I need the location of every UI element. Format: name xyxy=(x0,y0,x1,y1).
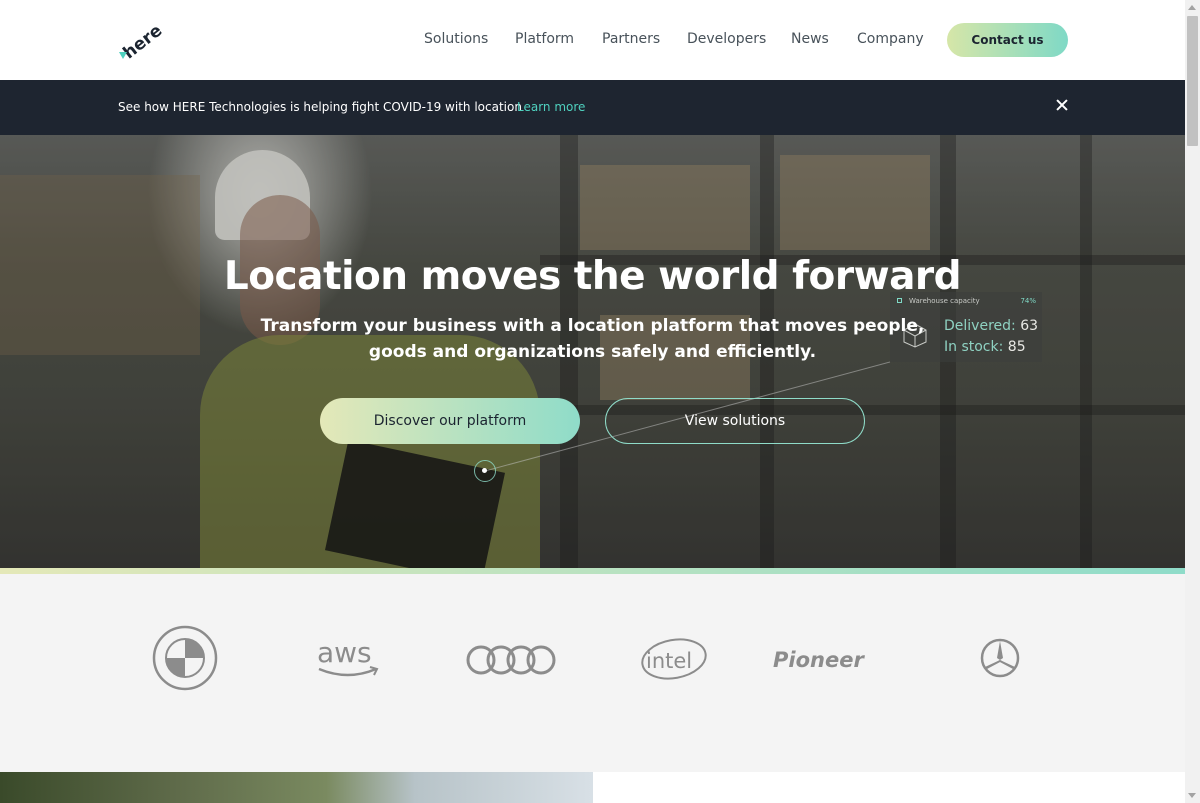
delivered-value: 63 xyxy=(1020,318,1039,334)
nav-news[interactable]: News xyxy=(791,31,829,47)
close-icon[interactable] xyxy=(1054,97,1070,113)
nav-developers[interactable]: Developers xyxy=(687,31,766,47)
here-logo[interactable]: here xyxy=(118,18,162,60)
feature-content xyxy=(593,772,1185,803)
delivered-label: Delivered: xyxy=(944,318,1016,334)
nav-company[interactable]: Company xyxy=(857,31,924,47)
aws-logo-text: aws xyxy=(317,636,372,669)
delivered-row: Delivered: 63 xyxy=(944,318,1038,334)
page-scrollbar[interactable] xyxy=(1185,0,1200,803)
stock-label: In stock: xyxy=(944,339,1004,355)
svg-text:here: here xyxy=(120,21,162,60)
hero-section: Warehouse capacity 74% Delivered: 63 In … xyxy=(0,135,1185,568)
site-header: here Solutions Platform Partners Develop… xyxy=(0,0,1185,80)
scroll-up-icon[interactable] xyxy=(1188,5,1196,10)
intel-logo-text: intel xyxy=(646,649,692,673)
nav-solutions[interactable]: Solutions xyxy=(424,31,488,47)
partner-logos: aws intel Pioneer xyxy=(0,574,1185,772)
stock-row: In stock: 85 xyxy=(944,339,1026,355)
banner-text: See how HERE Technologies is helping fig… xyxy=(118,100,522,114)
mercedes-logo xyxy=(980,638,1020,682)
nav-platform[interactable]: Platform xyxy=(515,31,574,47)
pioneer-logo: Pioneer xyxy=(772,646,904,678)
bmw-logo xyxy=(152,625,218,695)
aws-logo: aws xyxy=(316,636,380,684)
hero-subtitle: Transform your business with a location … xyxy=(260,316,925,362)
scroll-down-icon[interactable] xyxy=(1188,793,1196,798)
stock-value: 85 xyxy=(1007,339,1026,355)
nav-partners[interactable]: Partners xyxy=(602,31,660,47)
discover-platform-button[interactable]: Discover our platform xyxy=(320,398,580,444)
pioneer-logo-text: Pioneer xyxy=(773,648,865,672)
feature-image xyxy=(0,772,593,803)
view-solutions-button[interactable]: View solutions xyxy=(605,398,865,444)
audi-logo xyxy=(466,644,556,680)
intel-logo: intel xyxy=(640,637,710,687)
announcement-banner: See how HERE Technologies is helping fig… xyxy=(0,80,1185,135)
contact-us-button[interactable]: Contact us xyxy=(947,23,1068,57)
learn-more-link[interactable]: Learn more xyxy=(517,100,585,114)
hero-title: Location moves the world forward xyxy=(223,254,962,299)
scroll-thumb[interactable] xyxy=(1187,16,1198,146)
location-pin-icon xyxy=(474,460,496,482)
